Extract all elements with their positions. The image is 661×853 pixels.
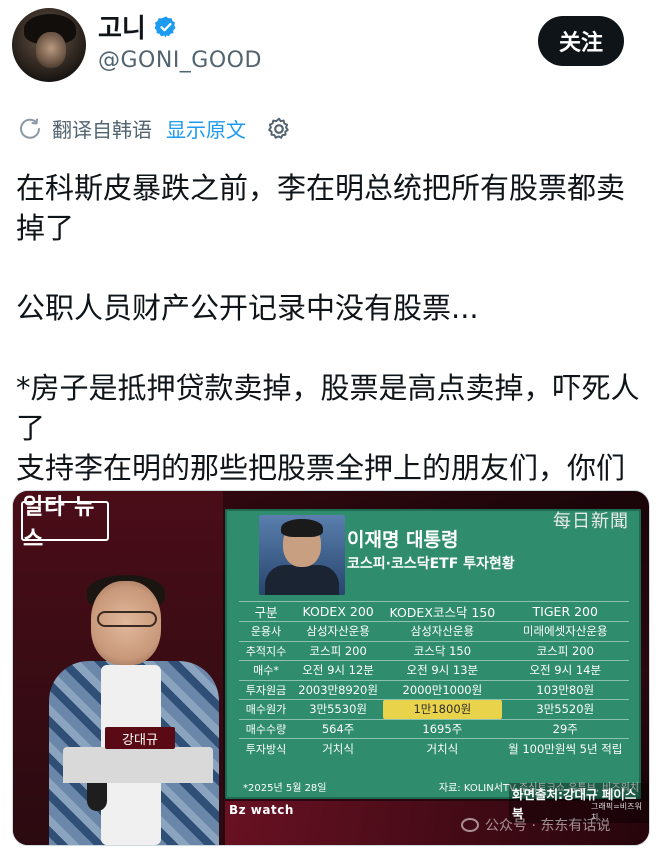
- newspaper-watermark: 每日新聞: [553, 511, 629, 532]
- investment-board: 이재명 대통령 코스피·코스닥ETF 투자현황 구분 KODEX 200 KOD…: [225, 509, 641, 799]
- table-cell: 오전 9시 12분: [293, 660, 384, 680]
- table-row: 매수원가 3만5530원 1만1800원 3만5520원: [239, 699, 629, 719]
- table-row: 운용사 삼성자산운용 삼성자산운용 미래에셋자산운용: [239, 621, 629, 641]
- translation-row: 翻译自韩语 显示原文: [18, 114, 292, 143]
- table-cell: 월 100만원씩 5년 적립: [501, 738, 629, 758]
- table-cell: 29주: [501, 718, 629, 739]
- row-label: 운용사: [239, 621, 293, 641]
- table-cell: 2000만1000원: [383, 679, 502, 700]
- user-handle[interactable]: @GONI_GOOD: [98, 48, 262, 73]
- laptop: [63, 747, 213, 783]
- president-hair: [281, 519, 323, 537]
- tweet-paragraph-1: 在科斯皮暴跌之前，李在明总统把所有股票都卖掉了: [16, 171, 626, 245]
- table-cell: 564주: [293, 718, 384, 739]
- row-label: 투자방식: [239, 738, 293, 758]
- display-name[interactable]: 고니: [98, 8, 146, 45]
- table-cell: 103만80원: [501, 679, 629, 700]
- follow-button[interactable]: 关注: [538, 16, 624, 66]
- table-row: 매수수량 564주 1695주 29주: [239, 718, 629, 739]
- table-cell: 3만5530원: [293, 699, 384, 719]
- wechat-watermark-text: 公众号 · 东东有话说: [485, 818, 611, 834]
- column-header: KODEX 200: [293, 601, 384, 622]
- table-cell: 거치식: [383, 738, 502, 758]
- row-label: 매수*: [239, 660, 293, 680]
- highlighted-cell: 1만1800원: [383, 699, 502, 719]
- wechat-icon: [461, 818, 479, 832]
- footnote-date: *2025년 5월 28일: [243, 783, 327, 794]
- row-label: 추적지수: [239, 640, 293, 661]
- avatar[interactable]: [12, 8, 86, 82]
- show-original-link[interactable]: 显示原文: [166, 114, 246, 143]
- column-header: TIGER 200: [501, 601, 629, 622]
- table-row: 투자방식 거치식 거치식 월 100만원씩 5년 적립: [239, 738, 629, 758]
- board-title: 이재명 대통령: [347, 529, 459, 551]
- table-cell: 코스피 200: [501, 640, 629, 661]
- name-row: 고니: [98, 8, 178, 45]
- column-header: 구분: [239, 601, 293, 622]
- row-label: 투자원금: [239, 679, 293, 700]
- table-row: 매수* 오전 9시 12분 오전 9시 13분 오전 9시 14분: [239, 660, 629, 680]
- host-name-card: 강대규: [105, 727, 175, 749]
- row-label: 매수수량: [239, 718, 293, 739]
- table-cell: 삼성자산운용: [383, 621, 502, 641]
- table-cell: 코스닥 150: [383, 640, 502, 661]
- table-cell: 코스피 200: [293, 640, 384, 661]
- table-cell: 오전 9시 13분: [383, 660, 502, 680]
- table-cell: 오전 9시 14분: [501, 660, 629, 680]
- board-subtitle: 코스피·코스닥ETF 투자현황: [347, 556, 515, 572]
- table-cell: 미래에셋자산운용: [501, 621, 629, 641]
- avatar-face: [36, 32, 66, 68]
- table-header-row: 구분 KODEX 200 KODEX코스닥 150 TIGER 200: [239, 601, 629, 622]
- investment-table: 구분 KODEX 200 KODEX코스닥 150 TIGER 200 운용사 …: [239, 601, 629, 758]
- table-row: 추적지수 코스피 200 코스닥 150 코스피 200: [239, 640, 629, 661]
- gear-icon[interactable]: [266, 116, 292, 142]
- table-cell: 삼성자산운용: [293, 621, 384, 641]
- table-cell: 1695주: [383, 718, 502, 739]
- tweet-media-image[interactable]: 일타 뉴스 강대규 이재명 대통령 코스피·코스닥ETF 투자현황 구분 KOD…: [12, 490, 650, 846]
- bz-watch-logo: Bz watch: [229, 803, 294, 817]
- wechat-watermark: 公众号 · 东东有话说: [461, 815, 610, 835]
- host-glasses: [97, 611, 157, 627]
- verified-badge-icon: [154, 16, 176, 37]
- tweet-text: 在科斯皮暴跌之前，李在明总统把所有股票都卖掉了 公职人员财产公开记录中没有股票.…: [16, 168, 648, 528]
- table-cell: 3만5520원: [501, 699, 629, 719]
- row-label: 매수원가: [239, 699, 293, 719]
- host-figure: [43, 575, 233, 845]
- translate-icon: [20, 118, 40, 139]
- table-cell: 거치식: [293, 738, 384, 758]
- show-logo: 일타 뉴스: [21, 495, 109, 552]
- president-suit: [265, 565, 339, 595]
- president-photo: [259, 515, 345, 595]
- column-header: KODEX코스닥 150: [383, 601, 502, 622]
- tweet-header: 고니 @GONI_GOOD 关注: [0, 0, 661, 100]
- table-row: 투자원금 2003만8920원 2000만1000원 103만80원: [239, 679, 629, 700]
- translated-from-label: 翻译自韩语: [52, 118, 152, 142]
- tweet-paragraph-2: 公职人员财产公开记录中没有股票...: [16, 291, 479, 325]
- table-cell: 2003만8920원: [293, 679, 384, 700]
